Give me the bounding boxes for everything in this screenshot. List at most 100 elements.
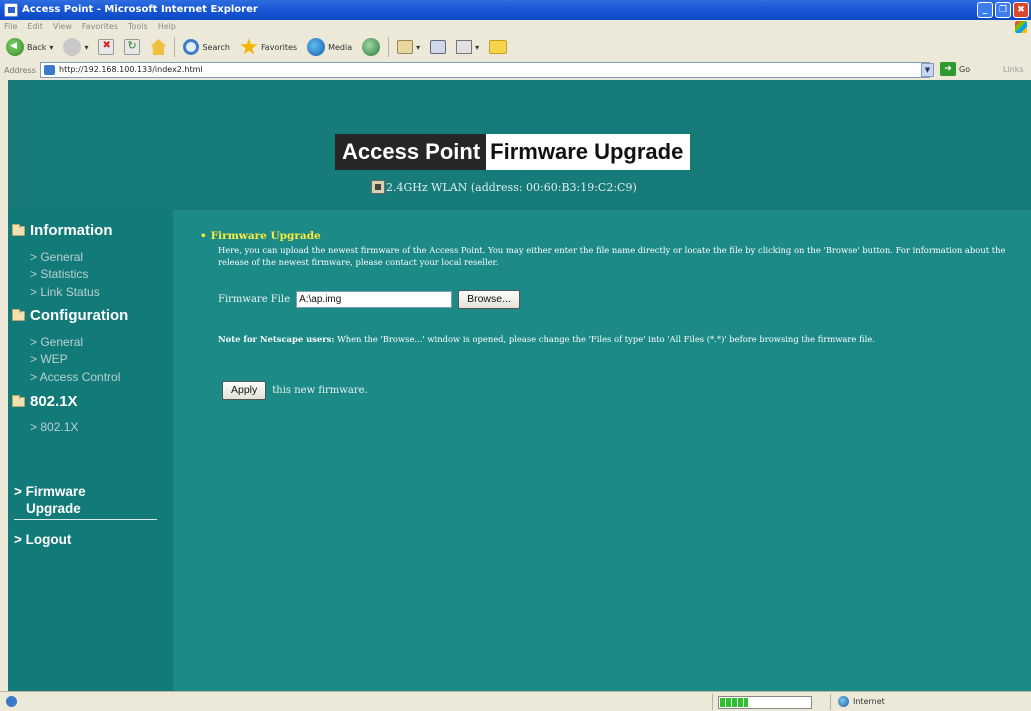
sidebar-link-logout[interactable]: > Logout <box>14 531 71 548</box>
chevron-down-icon: ▾ <box>49 42 54 52</box>
media-button[interactable]: Media <box>305 36 354 58</box>
menu-bar: File Edit View Favorites Tools Help <box>0 20 1031 34</box>
window-title: Access Point - Microsoft Internet Explor… <box>22 4 258 15</box>
title-firmware-upgrade: Firmware Upgrade <box>486 134 691 170</box>
minimize-button[interactable]: _ <box>977 2 993 18</box>
page-title: Access Point Firmware Upgrade <box>335 134 691 170</box>
menu-file[interactable]: File <box>4 20 17 34</box>
back-button[interactable]: Back ▾ <box>4 36 55 58</box>
search-button[interactable]: Search <box>181 36 231 58</box>
firmware-file-label: Firmware File <box>218 294 291 305</box>
restore-button[interactable]: ❐ <box>995 2 1011 18</box>
toolbar-separator <box>388 37 390 57</box>
refresh-button[interactable] <box>122 36 142 58</box>
ie-app-icon <box>4 3 18 17</box>
note-text: When the 'Browse...' window is opened, p… <box>334 334 875 344</box>
home-icon <box>150 39 167 55</box>
media-icon <box>307 38 326 56</box>
close-button[interactable]: ✖ <box>1013 2 1029 18</box>
home-button[interactable] <box>148 36 168 58</box>
folder-icon <box>489 40 508 54</box>
sidebar-section-label: Configuration <box>30 307 129 324</box>
section-heading: • Firmware Upgrade <box>200 230 321 242</box>
progress-bar <box>718 696 812 709</box>
sidebar <box>8 210 173 691</box>
address-url: http://192.168.100.133/index2.html <box>59 65 203 74</box>
firmware-description: Here, you can upload the newest firmware… <box>218 245 1006 267</box>
chevron-down-icon: ▾ <box>416 42 421 52</box>
sidebar-section-label: Information <box>30 222 113 239</box>
history-button[interactable] <box>360 36 382 58</box>
stop-button[interactable] <box>96 36 116 58</box>
wlan-info: 2.4GHz WLAN (address: 00:60:B3:19:C2:C9) <box>371 180 637 194</box>
menu-favorites[interactable]: Favorites <box>82 20 118 34</box>
window-title-bar: Access Point - Microsoft Internet Explor… <box>0 0 1031 20</box>
forward-button[interactable]: ▾ <box>61 36 90 58</box>
chevron-down-icon: ▾ <box>84 42 89 52</box>
netscape-note: Note for Netscape users: When the 'Brows… <box>218 333 1008 345</box>
menu-edit[interactable]: Edit <box>27 20 43 34</box>
mail-button[interactable]: ▾ <box>395 36 422 58</box>
sidebar-section-label: 802.1X <box>30 393 78 410</box>
apply-button[interactable]: Apply <box>222 381 267 400</box>
print-icon <box>430 40 447 54</box>
links-label[interactable]: Links <box>1003 65 1024 74</box>
address-bar: Address http://192.168.100.133/index2.ht… <box>0 60 1031 80</box>
menu-help[interactable]: Help <box>158 20 176 34</box>
edit-button[interactable]: ▾ <box>454 36 481 58</box>
chevron-down-icon: ▾ <box>475 42 480 52</box>
firmware-link-line2: Upgrade <box>26 501 81 516</box>
sidebar-section-8021x[interactable]: 802.1X <box>12 393 78 410</box>
sidebar-item-wep[interactable]: > WEP <box>30 352 68 366</box>
forward-arrow-icon <box>63 38 82 56</box>
sidebar-item-general[interactable]: > General <box>30 250 83 264</box>
go-button[interactable]: ➜ Go <box>940 62 970 76</box>
zone-label: Internet <box>853 697 885 706</box>
address-dropdown-button[interactable]: ▼ <box>921 63 934 77</box>
sidebar-item-link-status[interactable]: > Link Status <box>30 285 100 299</box>
print-button[interactable] <box>428 36 448 58</box>
sidebar-section-information[interactable]: Information <box>12 222 113 239</box>
status-divider <box>830 694 831 710</box>
security-zone: Internet <box>838 696 885 707</box>
menu-view[interactable]: View <box>53 20 72 34</box>
folder-icon <box>12 308 25 321</box>
favorites-star-icon <box>240 38 258 55</box>
folder-button[interactable] <box>487 36 509 58</box>
apply-suffix: this new firmware. <box>272 385 368 396</box>
sidebar-item-config-general[interactable]: > General <box>30 335 83 349</box>
refresh-icon <box>124 39 141 55</box>
browser-toolbar: Back ▾ ▾ Search Favorites Media ▾ ▾ <box>0 34 1031 60</box>
page-icon <box>44 65 55 75</box>
address-label: Address <box>4 65 36 75</box>
sidebar-item-access-control[interactable]: > Access Control <box>30 370 120 384</box>
firmware-file-input[interactable]: A:\ap.img <box>296 291 453 308</box>
history-icon <box>362 38 381 56</box>
wlan-info-text: 2.4GHz WLAN (address: 00:60:B3:19:C2:C9) <box>386 180 637 194</box>
back-label: Back <box>27 42 47 52</box>
menu-tools[interactable]: Tools <box>128 20 148 34</box>
sidebar-item-statistics[interactable]: > Statistics <box>30 267 88 281</box>
back-arrow-icon <box>6 38 24 56</box>
status-bar: Internet <box>0 691 1031 711</box>
windows-logo-icon <box>1015 21 1027 33</box>
edit-icon <box>456 40 473 54</box>
go-label: Go <box>959 64 971 74</box>
sidebar-item-8021x[interactable]: > 802.1X <box>30 420 78 434</box>
progress-fill <box>720 698 748 707</box>
note-label: Note for Netscape users: <box>218 334 335 344</box>
search-label: Search <box>202 42 230 52</box>
favorites-button[interactable]: Favorites <box>238 36 299 58</box>
sidebar-link-firmware-upgrade[interactable]: > Firmware Upgrade <box>14 483 86 517</box>
bullet-icon: • <box>200 230 207 242</box>
address-input[interactable]: http://192.168.100.133/index2.html <box>40 62 930 78</box>
folder-icon <box>12 394 25 407</box>
firmware-file-row: Firmware File A:\ap.img Browse... <box>218 290 520 309</box>
browse-button[interactable]: Browse... <box>458 290 520 309</box>
sidebar-section-configuration[interactable]: Configuration <box>12 307 128 324</box>
stop-icon <box>98 39 115 55</box>
firmware-link-line1: > Firmware <box>14 484 86 499</box>
search-icon <box>183 39 200 55</box>
mail-icon <box>397 40 414 54</box>
go-arrow-icon: ➜ <box>940 62 956 76</box>
